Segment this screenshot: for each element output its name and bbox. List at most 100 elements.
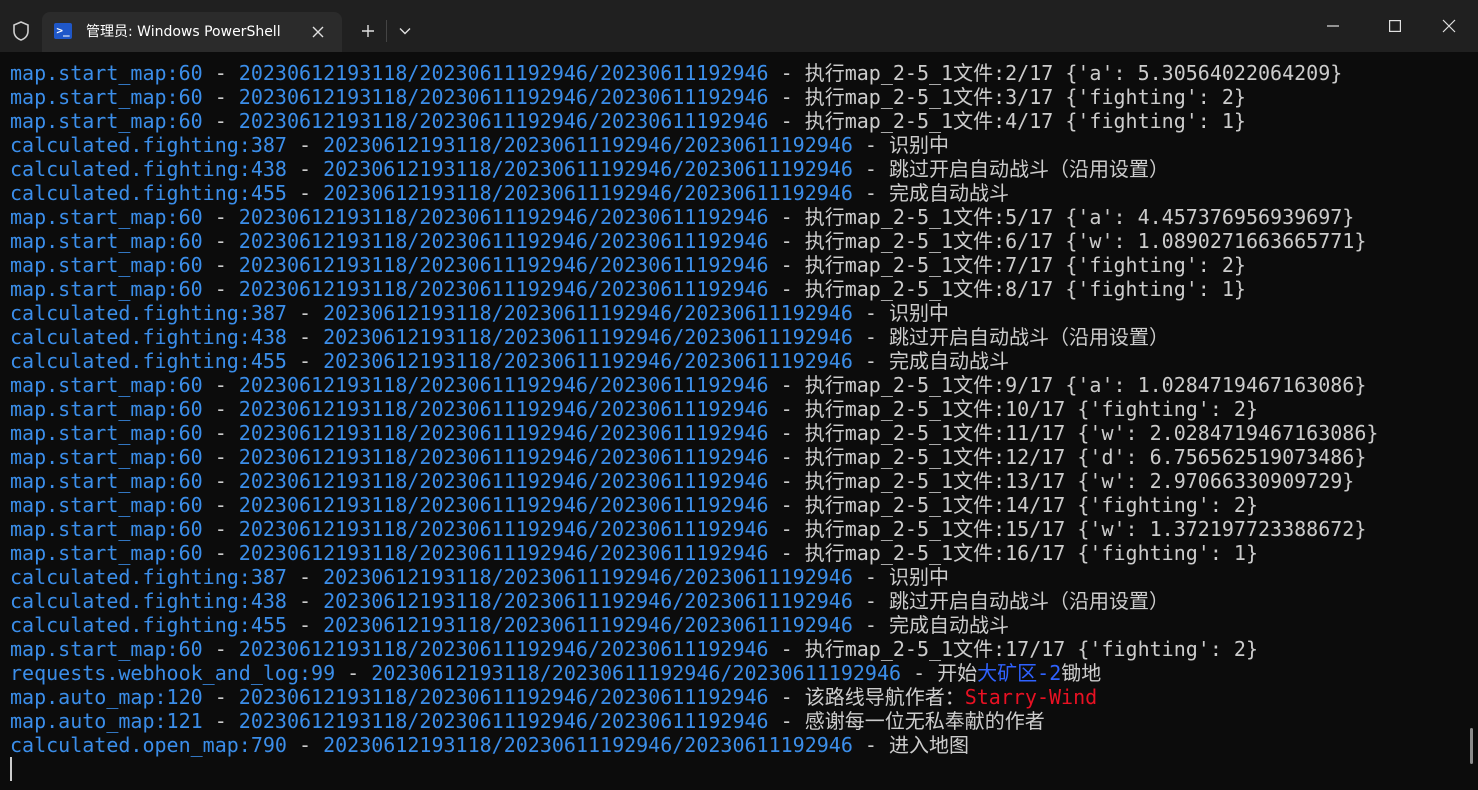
log-module: map.start_map:60: [10, 253, 203, 277]
log-timestamp: 20230612193118/20230611192946/2023061119…: [323, 589, 853, 613]
log-separator: -: [202, 421, 239, 445]
log-line: map.start_map:60 - 20230612193118/202306…: [10, 637, 1258, 661]
log-line: calculated.fighting:455 - 20230612193118…: [10, 613, 1009, 637]
log-line: map.start_map:60 - 20230612193118/202306…: [10, 373, 1366, 397]
log-message: 执行map_2-5_1文件:12/17 {'d': 6.756562519073…: [804, 445, 1367, 469]
log-line: calculated.fighting:455 - 20230612193118…: [10, 349, 1009, 373]
minimize-button[interactable]: [1304, 0, 1362, 52]
log-message: 完成自动战斗: [889, 181, 1010, 205]
log-separator: -: [202, 709, 239, 733]
log-timestamp: 20230612193118/20230611192946/2023061119…: [238, 85, 769, 109]
log-module: calculated.fighting:438: [10, 157, 287, 181]
log-message: 跳过开启自动战斗（沿用设置）: [889, 325, 1170, 349]
log-timestamp: 20230612193118/20230611192946/2023061119…: [238, 541, 769, 565]
log-separator: -: [768, 61, 805, 85]
log-module: map.start_map:60: [10, 541, 203, 565]
log-message: 执行map_2-5_1文件:4/17 {'fighting': 1}: [804, 109, 1246, 133]
window-close-button[interactable]: [1420, 0, 1478, 52]
new-tab-button[interactable]: [356, 20, 380, 42]
log-module: requests.webhook_and_log:99: [10, 661, 336, 685]
tab-powershell[interactable]: >_ 管理员: Windows PowerShell: [42, 12, 342, 52]
log-module: map.start_map:60: [10, 493, 203, 517]
log-message: 开始: [937, 661, 978, 685]
maximize-button[interactable]: [1366, 0, 1424, 52]
log-module: calculated.open_map:790: [10, 733, 287, 757]
tab-dropdown-button[interactable]: [394, 22, 416, 40]
minimize-icon: [1327, 25, 1339, 27]
log-line: calculated.fighting:438 - 20230612193118…: [10, 325, 1169, 349]
log-message: 执行map_2-5_1文件:2/17 {'a': 5.3056402206420…: [804, 61, 1343, 85]
log-module: map.start_map:60: [10, 373, 203, 397]
log-timestamp: 20230612193118/20230611192946/2023061119…: [323, 181, 853, 205]
log-separator: -: [286, 565, 324, 589]
text-cursor: [10, 757, 12, 781]
log-separator: -: [768, 493, 805, 517]
log-separator: -: [286, 157, 324, 181]
log-line: calculated.fighting:438 - 20230612193118…: [10, 157, 1169, 181]
log-module: map.start_map:60: [10, 469, 203, 493]
log-module: map.start_map:60: [10, 637, 203, 661]
log-message: 完成自动战斗: [889, 349, 1010, 373]
log-timestamp: 20230612193118/20230611192946/2023061119…: [238, 229, 769, 253]
log-timestamp: 20230612193118/20230611192946/2023061119…: [238, 253, 769, 277]
log-separator: -: [768, 253, 805, 277]
log-highlight: 大矿区-2: [977, 661, 1062, 685]
terminal-output[interactable]: map.start_map:60 - 20230612193118/202306…: [0, 52, 1478, 790]
log-timestamp: 20230612193118/20230611192946/2023061119…: [323, 325, 853, 349]
log-module: calculated.fighting:455: [10, 613, 287, 637]
scrollbar-thumb[interactable]: [1470, 728, 1473, 764]
log-timestamp: 20230612193118/20230611192946/2023061119…: [238, 445, 769, 469]
log-module: map.start_map:60: [10, 109, 203, 133]
log-separator: -: [768, 709, 805, 733]
log-line: calculated.fighting:387 - 20230612193118…: [10, 565, 949, 589]
log-line: calculated.fighting:387 - 20230612193118…: [10, 133, 949, 157]
log-timestamp: 20230612193118/20230611192946/2023061119…: [238, 709, 769, 733]
log-separator: -: [202, 445, 239, 469]
chevron-down-icon: [399, 28, 411, 35]
log-separator: -: [852, 301, 890, 325]
log-separator: -: [852, 613, 890, 637]
log-separator: -: [852, 733, 890, 757]
log-separator: -: [768, 421, 805, 445]
log-timestamp: 20230612193118/20230611192946/2023061119…: [323, 301, 853, 325]
log-message: 执行map_2-5_1文件:13/17 {'w': 2.970663309097…: [804, 469, 1355, 493]
log-line: map.start_map:60 - 20230612193118/202306…: [10, 445, 1366, 469]
log-module: calculated.fighting:387: [10, 301, 287, 325]
log-message: 执行map_2-5_1文件:11/17 {'w': 2.028471946716…: [804, 421, 1379, 445]
log-module: map.start_map:60: [10, 85, 203, 109]
log-separator: -: [852, 349, 890, 373]
log-timestamp: 20230612193118/20230611192946/2023061119…: [238, 109, 769, 133]
log-line: calculated.fighting:387 - 20230612193118…: [10, 301, 949, 325]
log-separator: -: [286, 349, 324, 373]
log-separator: -: [286, 181, 324, 205]
log-separator: -: [852, 133, 890, 157]
powershell-icon: >_: [54, 23, 72, 39]
log-timestamp: 20230612193118/20230611192946/2023061119…: [323, 349, 853, 373]
log-separator: -: [335, 661, 372, 685]
log-timestamp: 20230612193118/20230611192946/2023061119…: [238, 61, 769, 85]
log-timestamp: 20230612193118/20230611192946/2023061119…: [323, 733, 853, 757]
log-timestamp: 20230612193118/20230611192946/2023061119…: [238, 517, 769, 541]
log-timestamp: 20230612193118/20230611192946/2023061119…: [371, 661, 902, 685]
log-timestamp: 20230612193118/20230611192946/2023061119…: [238, 373, 769, 397]
log-timestamp: 20230612193118/20230611192946/2023061119…: [238, 493, 769, 517]
log-timestamp: 20230612193118/20230611192946/2023061119…: [323, 133, 853, 157]
log-separator: -: [202, 277, 239, 301]
log-separator: -: [202, 493, 239, 517]
log-line: map.start_map:60 - 20230612193118/202306…: [10, 541, 1258, 565]
log-module: map.start_map:60: [10, 205, 203, 229]
log-message: 识别中: [889, 301, 950, 325]
log-module: map.start_map:60: [10, 517, 203, 541]
log-line: calculated.open_map:790 - 20230612193118…: [10, 733, 969, 757]
log-line: calculated.fighting:438 - 20230612193118…: [10, 589, 1169, 613]
log-line: map.start_map:60 - 20230612193118/202306…: [10, 397, 1258, 421]
log-message: 感谢每一位无私奉献的作者: [804, 709, 1045, 733]
log-module: calculated.fighting:438: [10, 325, 287, 349]
log-module: calculated.fighting:387: [10, 565, 287, 589]
close-icon[interactable]: [308, 22, 328, 42]
log-module: calculated.fighting:387: [10, 133, 287, 157]
log-separator: -: [202, 373, 239, 397]
log-timestamp: 20230612193118/20230611192946/2023061119…: [238, 421, 769, 445]
log-message: 跳过开启自动战斗（沿用设置）: [889, 157, 1170, 181]
log-separator: -: [852, 181, 890, 205]
